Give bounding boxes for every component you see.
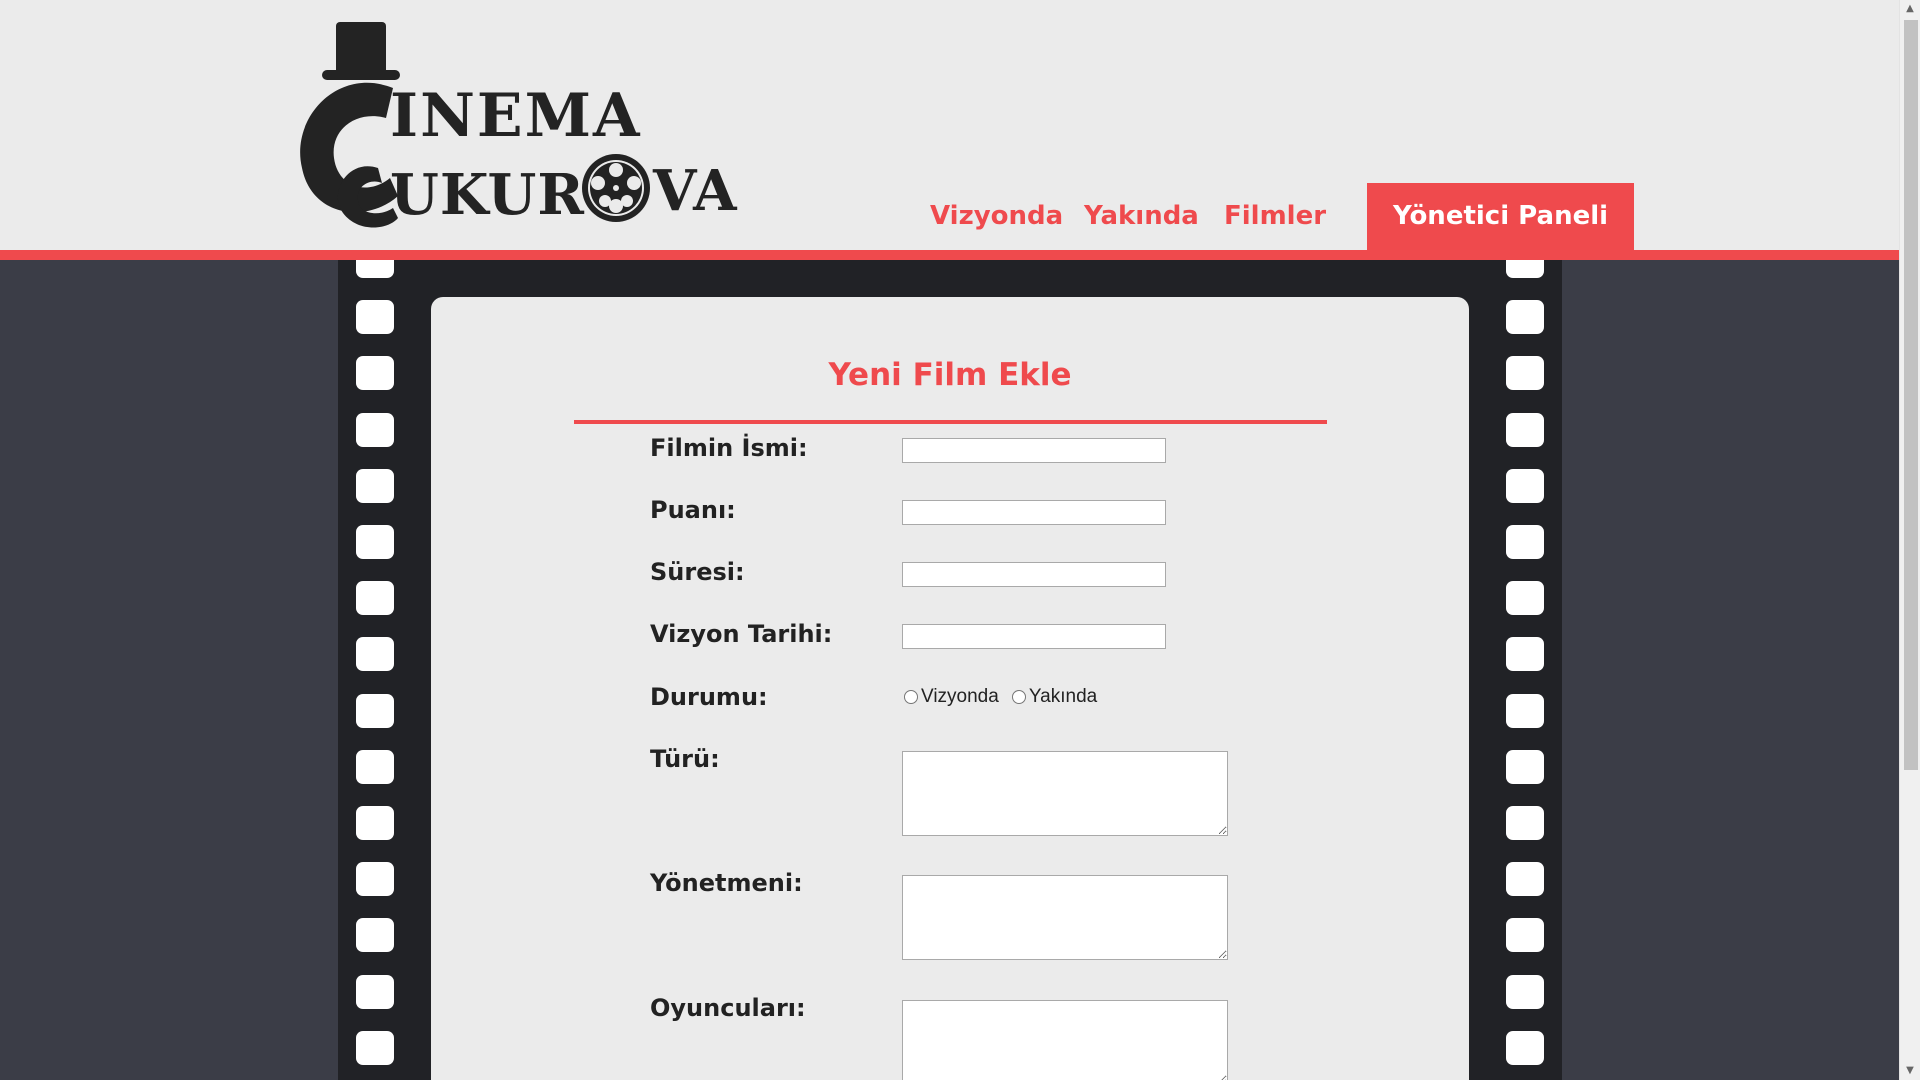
nav-item-filmler[interactable]: Filmler (1224, 183, 1326, 250)
release-date-label: Vizyon Tarihi: (650, 620, 833, 648)
duration-label: Süresi: (650, 558, 745, 586)
film-perforation (356, 1030, 394, 1065)
release-date-input[interactable] (902, 624, 1166, 649)
cast-label: Oyuncuları: (650, 994, 806, 1022)
nav-item-vizyonda[interactable]: Vizyonda (930, 183, 1063, 250)
film-perforation (1506, 468, 1544, 503)
film-perforation (356, 581, 394, 616)
film-perforation (1506, 749, 1544, 784)
genre-label: Türü: (650, 745, 720, 773)
rating-input[interactable] (902, 500, 1166, 525)
status-radio-group: Vizyonda Yakında (902, 686, 1103, 708)
film-perforation (1506, 525, 1544, 559)
genre-textarea[interactable] (902, 751, 1228, 836)
duration-input[interactable] (902, 562, 1166, 587)
director-label: Yönetmeni: (650, 869, 803, 897)
status-radio-yakinda[interactable] (1011, 690, 1026, 704)
status-label: Durumu: (650, 683, 768, 711)
status-option-label: Yakında (1028, 686, 1098, 707)
film-perforation (356, 918, 394, 953)
rating-label: Puanı: (650, 496, 736, 524)
film-perforation (1506, 300, 1544, 335)
film-perforation (356, 525, 394, 559)
status-option-label: Vizyonda (921, 686, 999, 707)
film-name-input[interactable] (902, 438, 1166, 463)
film-perforation (1506, 581, 1544, 616)
film-perforation (356, 749, 394, 784)
film-perforation (356, 260, 394, 278)
form-title: Yeni Film Ekle (828, 357, 1072, 393)
header-divider (0, 250, 1899, 260)
film-perforation (1506, 260, 1544, 278)
director-textarea[interactable] (902, 875, 1228, 960)
film-perforation (356, 300, 394, 335)
nav-item-admin-panel[interactable]: Yönetici Paneli (1367, 183, 1635, 250)
status-option-vizyonda[interactable]: Vizyonda (902, 686, 999, 708)
site-header: INEMA UKUR VA Vizyonda Yakında Filmler Y… (0, 0, 1899, 250)
film-perforation (1506, 806, 1544, 840)
scroll-thumb[interactable] (1904, 20, 1918, 770)
title-divider (574, 420, 1327, 424)
film-perforation (1506, 637, 1544, 672)
filmstrip-frame: Yeni Film Ekle Filmin İsmi: Puanı: Süres… (338, 260, 1562, 1080)
name-label: Filmin İsmi: (650, 434, 808, 462)
scroll-down-icon[interactable]: ▼ (1900, 1062, 1920, 1080)
main-nav: Vizyonda Yakında Filmler Yönetici Paneli (0, 183, 1899, 250)
status-radio-vizyonda[interactable] (904, 690, 918, 704)
status-option-yakinda[interactable]: Yakında (1010, 686, 1097, 708)
film-perforation (356, 862, 394, 897)
film-perforation (1506, 862, 1544, 897)
film-perforation (1506, 693, 1544, 728)
film-perforation (356, 693, 394, 728)
film-perforation (356, 412, 394, 447)
film-perforation (1506, 412, 1544, 447)
top-hat-icon (322, 22, 400, 80)
film-perforation (1506, 356, 1544, 391)
film-perforation (356, 974, 394, 1009)
svg-text:INEMA: INEMA (390, 81, 642, 151)
page-scrollbar[interactable]: ▲ ▼ (1899, 0, 1920, 1080)
film-perforation (356, 356, 394, 391)
nav-item-yakinda[interactable]: Yakında (1084, 183, 1199, 250)
cast-textarea[interactable] (902, 1000, 1228, 1080)
film-perforation (356, 806, 394, 840)
scroll-up-icon[interactable]: ▲ (1900, 0, 1920, 18)
film-perforation (356, 468, 394, 503)
film-perforation (1506, 974, 1544, 1009)
add-film-panel: Yeni Film Ekle Filmin İsmi: Puanı: Süres… (431, 297, 1469, 1080)
film-perforation (1506, 1030, 1544, 1065)
film-perforation (356, 637, 394, 672)
film-perforation (1506, 918, 1544, 953)
